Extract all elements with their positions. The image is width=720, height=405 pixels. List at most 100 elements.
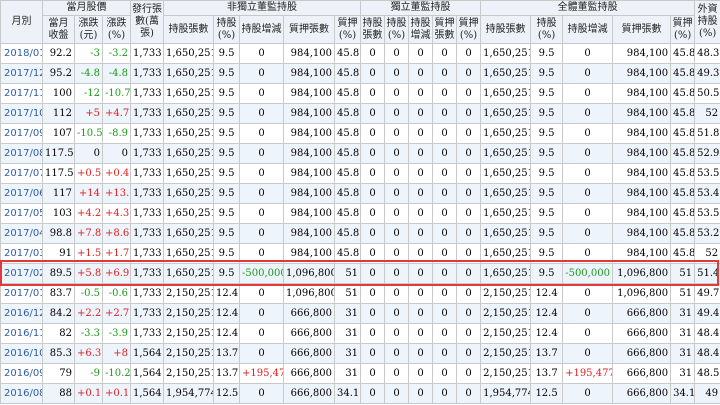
cell-a-ppct: 51 (670, 283, 696, 304)
header-all-group: 全體董監持股 (480, 0, 696, 16)
cell-chgp: +0.1 (101, 383, 132, 404)
header-n-pledge: 質押張數 (283, 15, 336, 44)
cell-i-hold: 0 (360, 123, 386, 144)
cell-i-pledge: 0 (432, 263, 458, 284)
cell-chgp: +1.7 (101, 243, 132, 264)
cell-i-pct: 0 (384, 243, 410, 264)
cell-a-ppct: 45.8 (670, 163, 696, 184)
cell-a-chg: 0 (562, 223, 614, 244)
cell-a-chg: 0 (562, 243, 614, 264)
month-link[interactable]: 2017/10 (0, 103, 43, 124)
cell-i-pct: 0 (384, 143, 410, 164)
cell-issued: 1,733 (130, 283, 165, 304)
cell-n-ppct: 34.1 (334, 383, 362, 404)
table-row: 2017/11 100 -12 -10.7 1,733 1,650,251 9.5 0 984,… (0, 83, 720, 104)
cell-i-pledge: 0 (432, 243, 458, 264)
month-link[interactable]: 2016/12 (0, 303, 43, 324)
cell-n-ppct: 45.8 (334, 163, 362, 184)
cell-a-hold: 1,650,251 (480, 63, 532, 84)
header-change-pct: 漲跌(%) (101, 15, 132, 44)
cell-chg: -3 (74, 43, 103, 64)
cell-a-pct: 9.5 (530, 223, 564, 244)
month-link[interactable]: 2017/05 (0, 203, 43, 224)
cell-chgp: +13.6 (101, 183, 132, 204)
cell-close: 117 (42, 183, 75, 204)
cell-n-chg: 0 (239, 223, 285, 244)
cell-a-chg: 0 (562, 183, 614, 204)
cell-n-pledge: 984,100 (283, 43, 336, 64)
month-link[interactable]: 2016/09 (0, 363, 43, 384)
cell-i-pledge: 0 (432, 323, 458, 344)
cell-i-chg: 0 (408, 103, 434, 124)
cell-a-ppct: 34.1 (670, 383, 696, 404)
table-row: 2017/09 107 -10.5 -8.9 1,733 1,650,251 9.5 0 984… (0, 123, 720, 144)
cell-n-hold: 1,650,251 (163, 43, 215, 64)
cell-i-ppct: 0 (456, 143, 482, 164)
month-link[interactable]: 2016/10 (0, 343, 43, 364)
month-link[interactable]: 2017/09 (0, 123, 43, 144)
cell-a-hold: 1,650,251 (480, 43, 532, 64)
cell-i-pct: 0 (384, 263, 410, 284)
cell-chgp: -3.2 (101, 43, 132, 64)
header-n-holding: 持股張數 (163, 15, 215, 44)
cell-n-ppct: 45.8 (334, 183, 362, 204)
cell-i-pct: 0 (384, 223, 410, 244)
cell-foreign: 49 (694, 383, 720, 404)
table-row: 2017/02 89.5 +5.8 +6.9 1,733 1,650,251 9.5 -500… (0, 263, 720, 284)
cell-n-pct: 9.5 (213, 263, 241, 284)
cell-i-hold: 0 (360, 143, 386, 164)
cell-a-pct: 9.5 (530, 183, 564, 204)
cell-a-pct: 9.5 (530, 163, 564, 184)
cell-a-chg: 0 (562, 143, 614, 164)
table-row: 2017/08 117.5 0 0 1,733 1,650,251 9.5 0 984,100 4… (0, 143, 720, 164)
cell-n-pct: 9.5 (213, 243, 241, 264)
cell-a-ppct: 45.8 (670, 123, 696, 144)
month-link[interactable]: 2017/12 (0, 63, 43, 84)
month-link[interactable]: 2017/11 (0, 83, 43, 104)
month-link[interactable]: 2017/06 (0, 183, 43, 204)
cell-chg: +4.2 (74, 203, 103, 224)
month-link[interactable]: 2016/08 (0, 383, 43, 404)
cell-i-pledge: 0 (432, 223, 458, 244)
cell-n-chg: 0 (239, 43, 285, 64)
month-link[interactable]: 2017/04 (0, 223, 43, 244)
cell-a-pct: 9.5 (530, 63, 564, 84)
cell-n-pct: 9.5 (213, 43, 241, 64)
cell-i-chg: 0 (408, 203, 434, 224)
cell-a-pledge: 1,096,800 (612, 263, 672, 284)
cell-n-ppct: 45.8 (334, 63, 362, 84)
cell-chg: -0.5 (74, 283, 103, 304)
month-link[interactable]: 2017/03 (0, 243, 43, 264)
cell-i-pct: 0 (384, 183, 410, 204)
cell-n-pct: 9.5 (213, 123, 241, 144)
cell-n-chg: 0 (239, 383, 285, 404)
cell-i-ppct: 0 (456, 283, 482, 304)
month-link[interactable]: 2017/02 (0, 263, 43, 284)
cell-a-ppct: 45.8 (670, 183, 696, 204)
cell-a-chg: 0 (562, 203, 614, 224)
cell-i-hold: 0 (360, 63, 386, 84)
month-link[interactable]: 2017/08 (0, 143, 43, 164)
table-row: 2016/09 79 -9 -10.2 1,564 2,150,251 13.7 +195,4… (0, 363, 720, 384)
cell-chg: -9 (74, 363, 103, 384)
cell-i-pledge: 0 (432, 183, 458, 204)
cell-foreign: 51.4 (694, 263, 720, 284)
cell-n-pct: 9.5 (213, 223, 241, 244)
cell-close: 103 (42, 203, 75, 224)
cell-n-ppct: 31 (334, 363, 362, 384)
month-link[interactable]: 2017/01 (0, 283, 43, 304)
header-a-holding-change: 持股增減 (562, 15, 614, 44)
cell-a-pledge: 984,100 (612, 43, 672, 64)
table-row: 2017/12 95.2 -4.8 -4.8 1,733 1,650,251 9.5 0 984… (0, 63, 720, 84)
cell-a-pledge: 666,800 (612, 363, 672, 384)
cell-a-pledge: 984,100 (612, 103, 672, 124)
cell-i-pledge: 0 (432, 383, 458, 404)
cell-close: 98.8 (42, 223, 75, 244)
cell-i-chg: 0 (408, 243, 434, 264)
month-link[interactable]: 2018/01 (0, 43, 43, 64)
cell-i-hold: 0 (360, 163, 386, 184)
cell-a-ppct: 45.8 (670, 103, 696, 124)
month-link[interactable]: 2017/07 (0, 163, 43, 184)
month-link[interactable]: 2016/11 (0, 323, 43, 344)
cell-a-pct: 9.5 (530, 203, 564, 224)
